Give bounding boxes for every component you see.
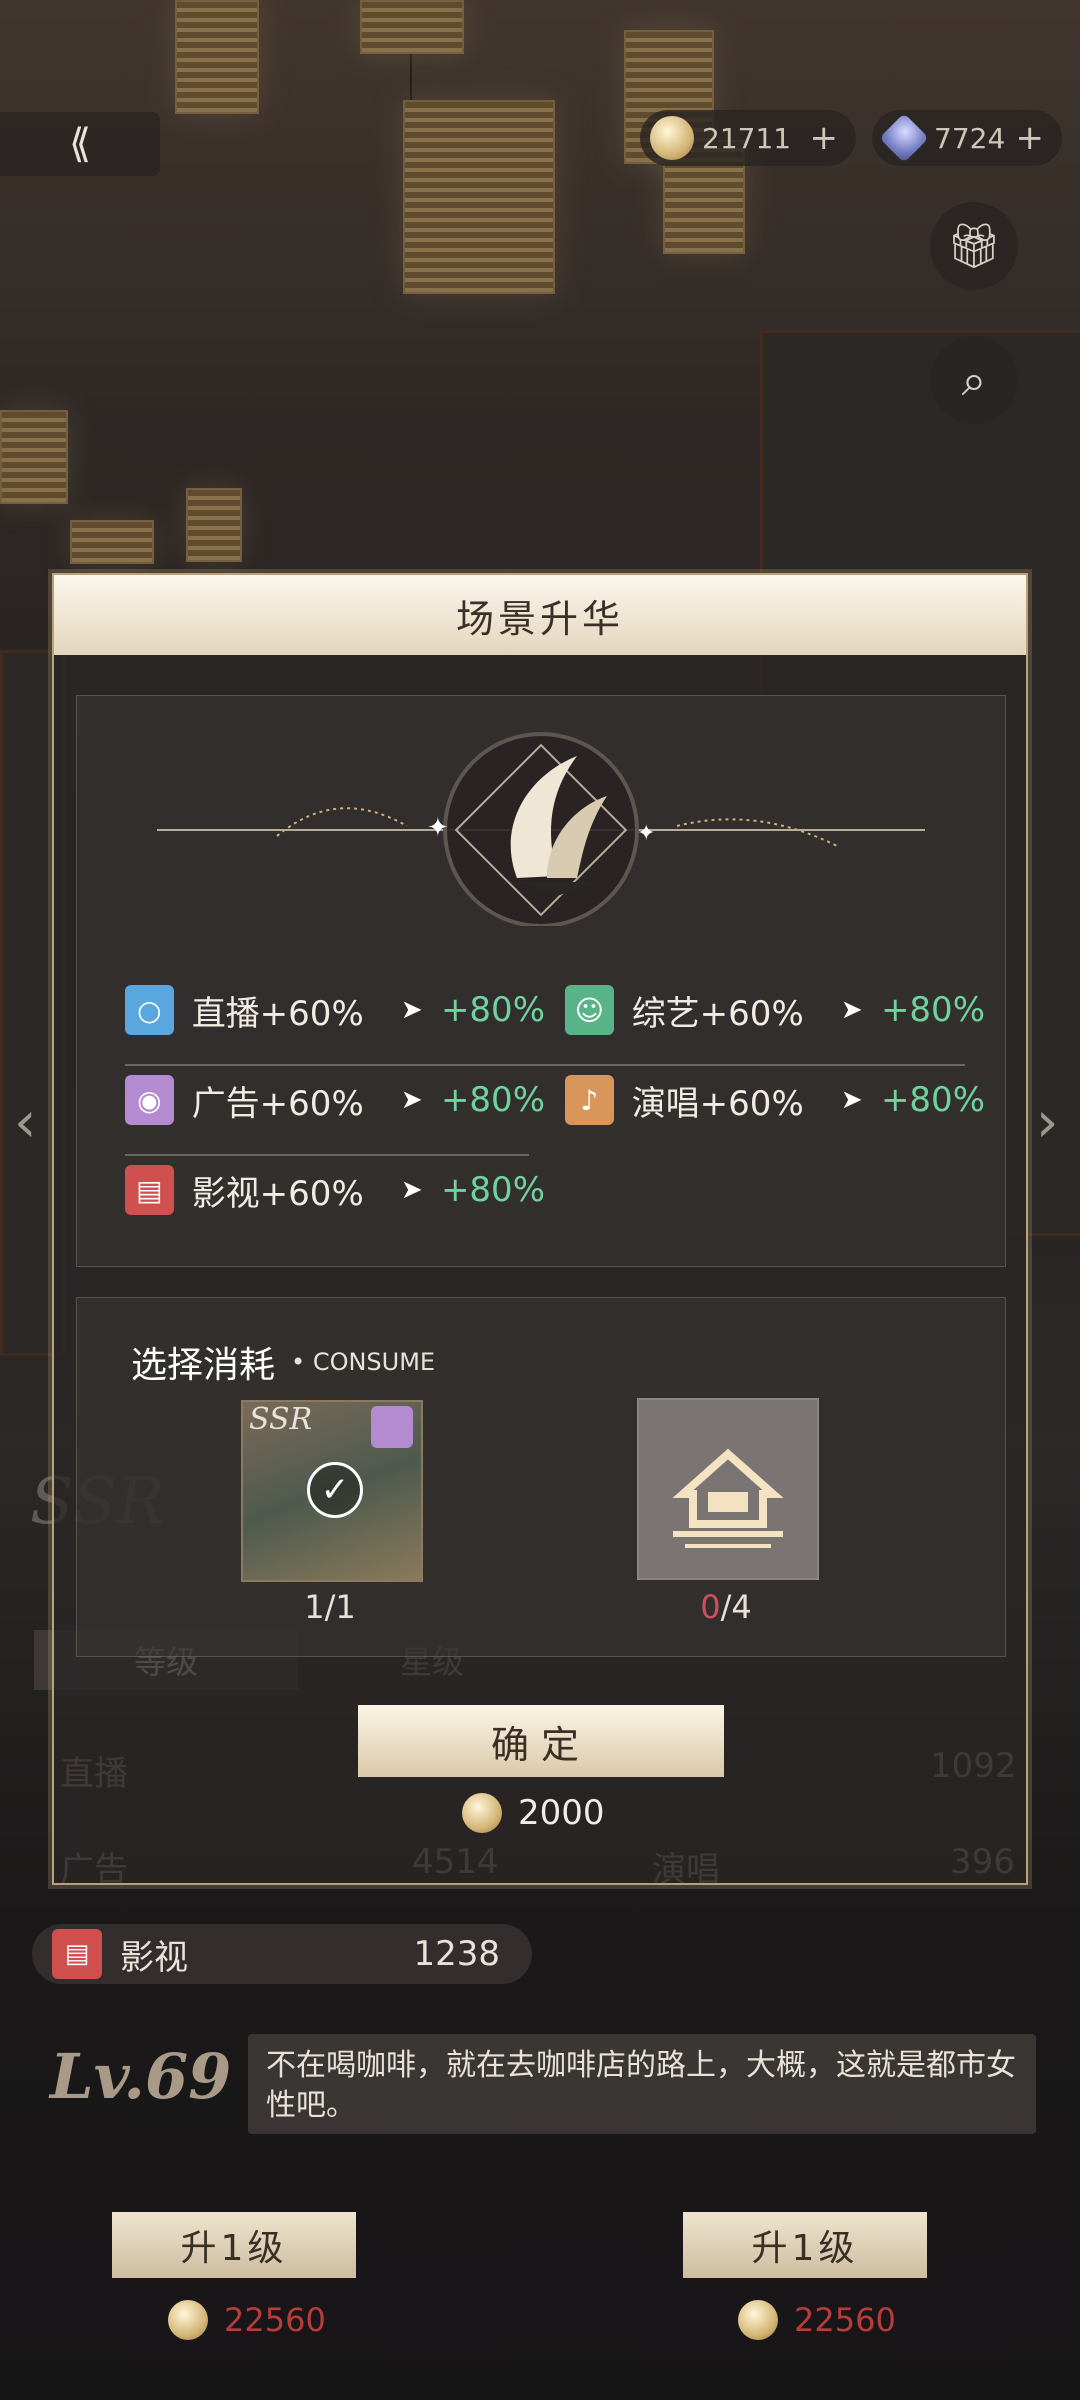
scene-item-have: 0	[700, 1588, 721, 1626]
ssr-badge: SSR	[249, 1402, 313, 1437]
confirm-cost-value: 2000	[518, 1793, 605, 1833]
ssr-card-have: 1	[304, 1588, 325, 1626]
star-upgrade-cost: 22560	[738, 2300, 896, 2340]
bonus-panel: ✦ ✦ ○ 直播+60% ➤ +80% ☺ 综艺+60% ➤ +80% ◉ 广告…	[76, 695, 1006, 1267]
arrow-icon: ➤	[840, 1085, 863, 1115]
arrow-icon: ➤	[400, 995, 423, 1025]
house-icon	[672, 1448, 784, 1548]
consume-subtitle-text: CONSUME	[312, 1348, 436, 1376]
bonus-film-new: +80%	[440, 1170, 545, 1210]
stat-value-film: 1238	[413, 1934, 500, 1974]
next-scene-arrow-icon[interactable]: ›	[1036, 1090, 1058, 1155]
add-gold-button[interactable]: +	[810, 118, 839, 158]
bonus-film-current: 影视+60%	[191, 1173, 364, 1214]
back-arrow-icon: ⟪	[68, 121, 92, 167]
bonus-ad-current: 广告+60%	[191, 1083, 364, 1124]
scene-item-need: 4	[731, 1588, 752, 1626]
bonus-row-variety: ☺ 综艺+60% ➤ +80%	[565, 980, 985, 1040]
microphone-icon: ○	[125, 985, 174, 1035]
ssr-card-count: 1/1	[304, 1588, 356, 1626]
bonus-singing-current: 演唱+60%	[631, 1083, 804, 1124]
consume-subtitle: • CONSUME	[291, 1348, 436, 1376]
clapper-icon: ▤	[52, 1929, 102, 1979]
search-button[interactable]: ⌕	[930, 336, 1018, 424]
previous-scene-arrow-icon[interactable]: ‹	[14, 1090, 36, 1155]
bonus-variety-new: +80%	[880, 990, 985, 1030]
bonus-ad-new: +80%	[440, 1080, 545, 1120]
gift-button[interactable]: 🎁︎	[930, 202, 1018, 290]
gold-amount: 21711	[702, 121, 792, 155]
magnifier-icon: ⌕	[961, 354, 987, 406]
back-button[interactable]: ⟪	[0, 112, 160, 176]
stat-row-film: ▤ 影视 1238	[32, 1924, 532, 1984]
dialog-header: 场景升华	[54, 575, 1026, 655]
arrow-icon: ➤	[400, 1175, 423, 1205]
dialog-title: 场景升华	[455, 596, 624, 641]
lens-icon	[371, 1406, 413, 1448]
consume-heading: 选择消耗 • CONSUME	[131, 1336, 435, 1388]
stat-label-film: 影视	[120, 1937, 188, 1978]
scene-description: 不在喝咖啡，就在去咖啡店的路上，大概，这就是都市女性吧。	[248, 2034, 1036, 2134]
divider	[125, 1064, 965, 1066]
clapper-icon: ▤	[125, 1165, 174, 1215]
bonus-variety-current: 综艺+60%	[631, 993, 804, 1034]
scene-sublimation-dialog: 场景升华 ✦ ✦ ○ 直播+60% ➤ +80% ☺ 综艺+60% ➤ +80%	[52, 573, 1028, 1885]
lens-icon: ◉	[125, 1075, 174, 1125]
consume-title: 选择消耗	[131, 1345, 276, 1386]
smile-icon: ☺	[565, 985, 614, 1035]
gold-coin-icon	[650, 116, 694, 160]
checkmark-icon: ✓	[307, 1462, 363, 1518]
ssr-scene-card[interactable]: SSR ✓	[241, 1400, 423, 1582]
ssr-card-need: 1	[335, 1588, 356, 1626]
arrow-icon: ➤	[400, 1085, 423, 1115]
upgrade-one-level-button[interactable]: 升1级	[112, 2212, 356, 2278]
sublimation-emblem-icon: ✦ ✦	[157, 732, 925, 926]
upgrade-cost-value: 22560	[224, 2301, 326, 2339]
confirm-cost: 2000	[462, 1793, 605, 1833]
gift-icon: 🎁︎	[946, 221, 1002, 272]
gold-coin-icon	[738, 2300, 778, 2340]
svg-text:✦: ✦	[637, 821, 655, 846]
gold-coin-icon	[462, 1793, 502, 1833]
svg-text:✦: ✦	[427, 813, 449, 843]
bonus-row-live: ○ 直播+60% ➤ +80%	[125, 980, 545, 1040]
bonus-live-new: +80%	[440, 990, 545, 1030]
gold-currency: 21711 +	[640, 110, 856, 166]
add-gem-button[interactable]: +	[1016, 118, 1045, 158]
consume-panel: 选择消耗 • CONSUME SSR ✓ 1/1 0/4	[76, 1297, 1006, 1657]
karaoke-mic-icon: ♪	[565, 1075, 614, 1125]
gold-coin-icon	[168, 2300, 208, 2340]
bonus-row-ad: ◉ 广告+60% ➤ +80%	[125, 1070, 545, 1130]
scene-level: Lv.69	[50, 2040, 232, 2113]
star-upgrade-cost-value: 22560	[794, 2301, 896, 2339]
upgrade-cost: 22560	[168, 2300, 326, 2340]
gem-currency: 7724 +	[872, 110, 1062, 166]
scene-item-count: 0/4	[700, 1588, 752, 1626]
gem-icon	[879, 113, 929, 163]
bonus-row-film: ▤ 影视+60% ➤ +80%	[125, 1160, 545, 1220]
bonus-live-current: 直播+60%	[191, 993, 364, 1034]
star-upgrade-one-level-button[interactable]: 升1级	[683, 2212, 927, 2278]
divider	[125, 1154, 529, 1156]
bonus-singing-new: +80%	[880, 1080, 985, 1120]
gem-amount: 7724	[934, 121, 1006, 155]
arrow-icon: ➤	[840, 995, 863, 1025]
bonus-row-singing: ♪ 演唱+60% ➤ +80%	[565, 1070, 985, 1130]
confirm-button[interactable]: 确定	[358, 1705, 724, 1777]
scene-item-card[interactable]	[637, 1398, 819, 1580]
